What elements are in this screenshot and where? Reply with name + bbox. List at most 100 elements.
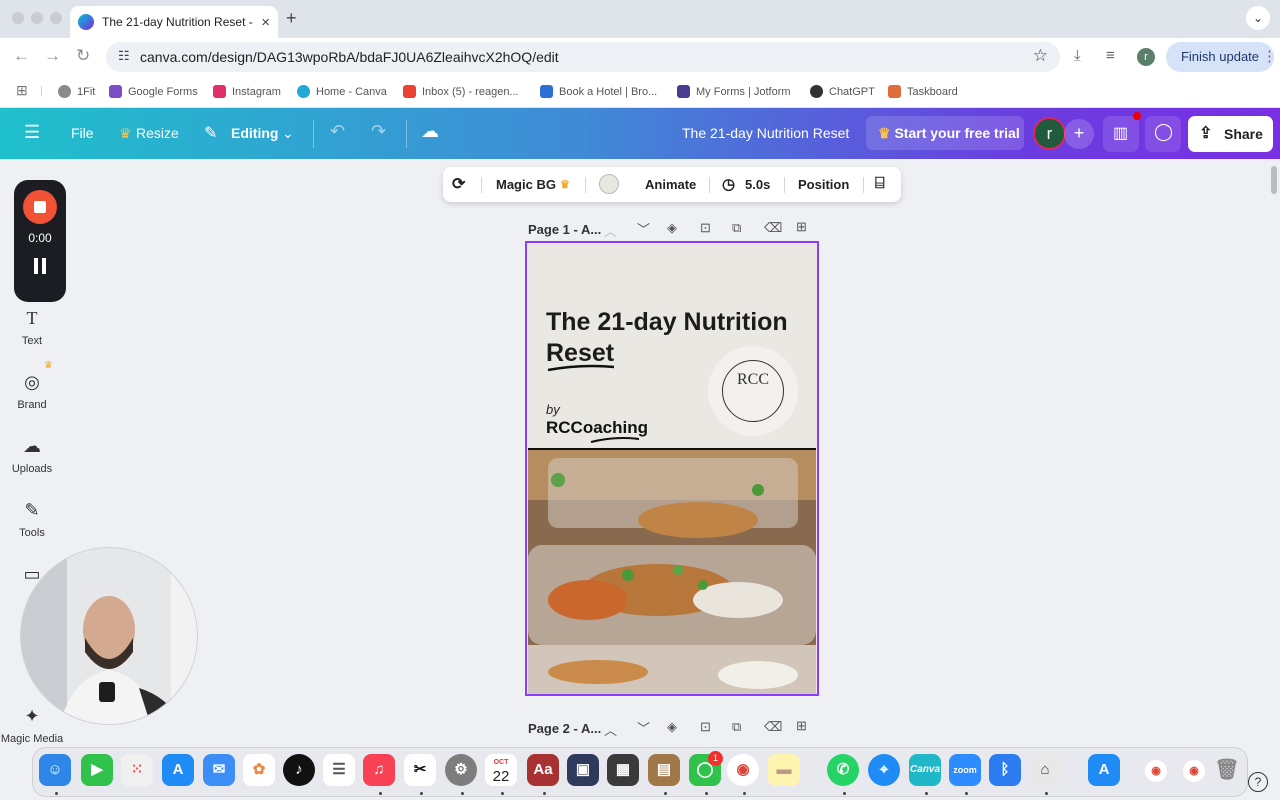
rail-item-magic-media[interactable]: ✦ Magic Media bbox=[0, 706, 64, 745]
chevron-down-icon[interactable]: ⌄ bbox=[282, 125, 294, 142]
page-2-title[interactable]: Page 2 - A... bbox=[528, 721, 601, 736]
animate-button[interactable]: Animate bbox=[645, 177, 696, 192]
magic-bg-button[interactable]: Magic BG bbox=[496, 177, 556, 192]
rail-item-text[interactable]: T Text bbox=[0, 308, 64, 347]
chrome-menu-icon[interactable]: ⋮ bbox=[1262, 47, 1277, 65]
hide-page-eye-icon[interactable]: ◈ bbox=[667, 719, 677, 735]
chevron-up-icon[interactable]: ︿ bbox=[604, 221, 617, 240]
bluetooth-icon[interactable]: ᛒ bbox=[989, 754, 1021, 786]
cloud-saved-icon[interactable]: ☁ bbox=[421, 121, 439, 142]
user-avatar[interactable]: r bbox=[1033, 117, 1066, 150]
tab-search-chevron-icon[interactable]: ⌄ bbox=[1246, 6, 1270, 30]
rcc-logo-seal[interactable]: RCC bbox=[708, 346, 798, 436]
duplicate-page-icon[interactable]: ⧉ bbox=[732, 719, 741, 735]
chevron-up-icon[interactable]: ︿ bbox=[604, 720, 617, 739]
hamburger-menu-icon[interactable]: ☰ bbox=[24, 122, 40, 143]
design-by-text[interactable]: by bbox=[546, 402, 560, 417]
bookmark-booking[interactable]: Book a Hotel | Bro... bbox=[540, 85, 657, 98]
stop-recording-button[interactable] bbox=[23, 190, 57, 224]
capcut-icon[interactable]: ✂ bbox=[404, 754, 436, 786]
rail-item-tools[interactable]: ✎ Tools bbox=[0, 500, 64, 539]
file-menu[interactable]: File bbox=[71, 125, 94, 141]
zoom-app-icon[interactable]: zoom bbox=[949, 754, 981, 786]
music-icon[interactable]: ♫ bbox=[363, 754, 395, 786]
reminders-icon[interactable]: ☰ bbox=[323, 754, 355, 786]
chevron-down-icon[interactable]: ﹀ bbox=[637, 718, 650, 737]
photos-icon[interactable]: ✿ bbox=[243, 754, 275, 786]
app-store-folder-icon[interactable]: A bbox=[1088, 754, 1120, 786]
bookmark-google-forms[interactable]: Google Forms bbox=[109, 85, 198, 98]
undo-icon[interactable]: ↶ bbox=[330, 121, 345, 142]
launchpad-icon[interactable]: ⁙ bbox=[121, 754, 153, 786]
position-button[interactable]: Position bbox=[798, 177, 849, 192]
canva-app-icon[interactable]: Canva bbox=[909, 754, 941, 786]
start-free-trial-button[interactable]: ♛ Start your free trial bbox=[866, 116, 1024, 150]
chrome-window-icon[interactable]: ◉ bbox=[1145, 760, 1167, 782]
vertical-scrollbar[interactable] bbox=[1271, 166, 1277, 194]
lock-icon[interactable]: ⊡ bbox=[700, 220, 711, 236]
meal-prep-photo[interactable] bbox=[528, 450, 816, 694]
bookmark-jotform[interactable]: My Forms | Jotform bbox=[677, 85, 791, 98]
bookmark-instagram[interactable]: Instagram bbox=[213, 85, 281, 98]
screen-capture-icon[interactable]: ⌂ bbox=[1029, 754, 1061, 786]
reload-icon[interactable]: ↻ bbox=[76, 46, 90, 66]
download-icon[interactable]: ⤓ bbox=[1074, 47, 1081, 64]
bookmark-gmail-inbox[interactable]: Inbox (5) - reagen... bbox=[403, 85, 519, 98]
safari-icon[interactable]: ⌖ bbox=[868, 754, 900, 786]
calculator-icon[interactable]: ▦ bbox=[607, 754, 639, 786]
duration-button[interactable]: 5.0s bbox=[745, 177, 770, 192]
comments-button[interactable]: ◯ bbox=[1145, 116, 1181, 152]
close-tab-icon[interactable]: × bbox=[261, 14, 270, 31]
system-settings-icon[interactable]: ⚙ bbox=[445, 754, 477, 786]
document-title[interactable]: The 21-day Nutrition Reset bbox=[682, 125, 849, 141]
background-color-swatch[interactable] bbox=[599, 174, 619, 194]
zoom-window-button[interactable] bbox=[50, 12, 62, 24]
trash-icon[interactable]: 🗑 bbox=[1211, 754, 1243, 786]
design-page-1[interactable]: The 21-day Nutrition Reset RCC by RCCoac… bbox=[525, 241, 819, 696]
add-page-icon[interactable]: ⊞ bbox=[796, 219, 807, 235]
close-window-button[interactable] bbox=[12, 12, 24, 24]
minimize-window-button[interactable] bbox=[31, 12, 43, 24]
bookmark-canva-home[interactable]: Home - Canva bbox=[297, 85, 387, 98]
insights-button[interactable]: ▥ bbox=[1103, 116, 1139, 152]
delete-page-icon[interactable]: ⌫ bbox=[764, 220, 782, 236]
tiktok-icon[interactable]: ♪ bbox=[283, 754, 315, 786]
magic-edit-icon[interactable]: ⟳ bbox=[452, 174, 465, 194]
notes-icon[interactable]: ▬ bbox=[768, 754, 800, 786]
profile-avatar[interactable]: r bbox=[1137, 48, 1155, 66]
address-bar[interactable]: ☷ canva.com/design/DAG13wpoRbA/bdaFJ0UA6… bbox=[106, 42, 1060, 72]
apps-grid-icon[interactable]: ⊞ bbox=[16, 82, 28, 99]
duplicate-page-icon[interactable]: ⧉ bbox=[732, 220, 741, 236]
calendar-icon[interactable]: OCT 22 bbox=[485, 754, 517, 786]
rail-item-uploads[interactable]: ☁ Uploads bbox=[0, 436, 64, 475]
preview-icon[interactable]: ▣ bbox=[567, 754, 599, 786]
add-page-icon[interactable]: ⊞ bbox=[796, 718, 807, 734]
dictionary-icon[interactable]: Aa bbox=[527, 754, 559, 786]
invite-plus-button[interactable]: + bbox=[1064, 119, 1094, 149]
help-button[interactable]: ? bbox=[1248, 772, 1268, 792]
bookmark-1fit[interactable]: 1Fit bbox=[58, 85, 95, 98]
editing-mode-dropdown[interactable]: Editing bbox=[231, 125, 278, 141]
bookmark-star-icon[interactable]: ☆ bbox=[1033, 46, 1048, 66]
paint-roller-icon[interactable]: ⌸ bbox=[875, 175, 885, 193]
lock-icon[interactable]: ⊡ bbox=[700, 719, 711, 735]
facetime-icon[interactable]: ▶ bbox=[81, 754, 113, 786]
reading-list-icon[interactable]: ≡ bbox=[1106, 47, 1115, 64]
archive-utility-icon[interactable]: ▤ bbox=[648, 754, 680, 786]
bookmark-taskboard[interactable]: Taskboard bbox=[888, 85, 958, 98]
page-1-title[interactable]: Page 1 - A... bbox=[528, 222, 601, 237]
share-button[interactable]: ⇪ Share bbox=[1188, 116, 1273, 152]
whatsapp-icon[interactable]: ✆ bbox=[827, 754, 859, 786]
finish-update-button[interactable]: Finish update bbox=[1166, 42, 1274, 72]
hide-page-eye-icon[interactable]: ◈ bbox=[667, 220, 677, 236]
site-settings-icon[interactable]: ☷ bbox=[118, 48, 130, 64]
pause-recording-button[interactable] bbox=[34, 258, 46, 274]
browser-tab-active[interactable]: The 21-day Nutrition Reset - × bbox=[70, 6, 278, 38]
rail-item-brand[interactable]: ◎ Brand bbox=[0, 372, 64, 411]
mail-icon[interactable]: ✉ bbox=[203, 754, 235, 786]
back-arrow-icon[interactable]: ← bbox=[13, 46, 30, 66]
forward-arrow-icon[interactable]: → bbox=[44, 46, 61, 66]
bookmark-chatgpt[interactable]: ChatGPT bbox=[810, 85, 875, 98]
new-tab-button[interactable]: + bbox=[286, 8, 297, 29]
webcam-bubble[interactable] bbox=[20, 547, 198, 725]
